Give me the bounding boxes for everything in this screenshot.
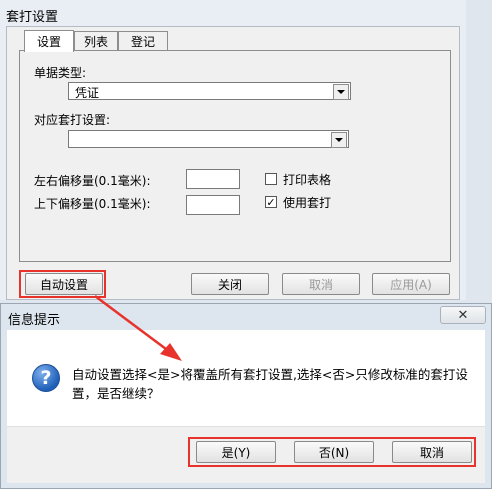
tab-settings[interactable]: 设置 (24, 30, 74, 52)
annotation-arrow (94, 294, 182, 361)
